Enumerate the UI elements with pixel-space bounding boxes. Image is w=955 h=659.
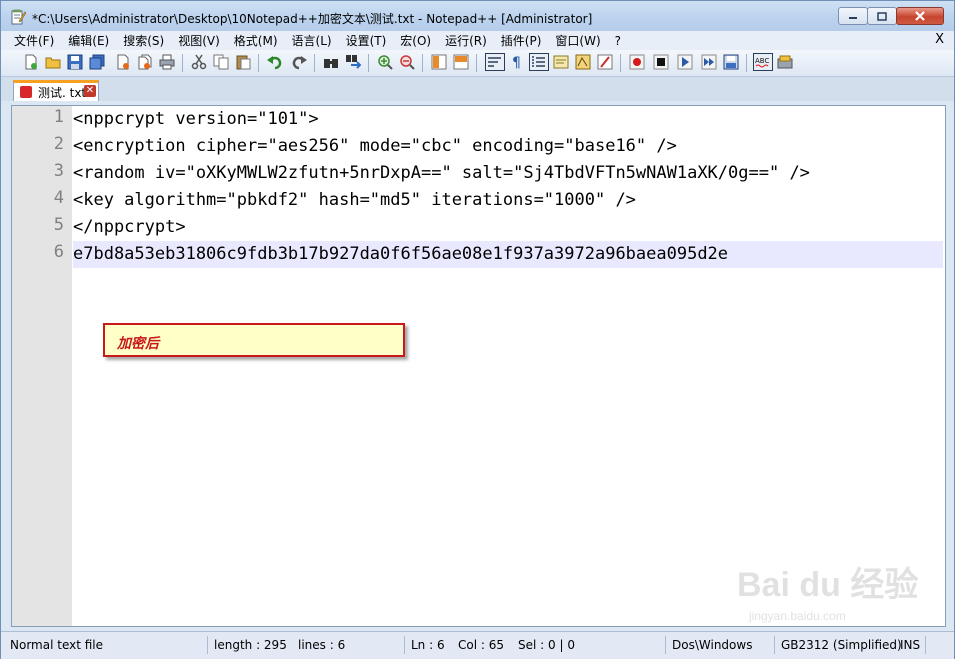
editor-area[interactable]: 1 2 3 4 5 6 <nppcrypt version="101"> <en… <box>11 105 946 627</box>
unsaved-file-icon <box>20 86 32 98</box>
window-title: *C:\Users\Administrator\Desktop\10Notepa… <box>32 12 593 26</box>
maximize-button[interactable] <box>867 7 897 25</box>
tab-label: 测试. txt <box>38 86 87 100</box>
new-file-icon[interactable] <box>23 54 39 70</box>
minimize-button[interactable] <box>838 7 868 25</box>
sync-h-icon[interactable] <box>453 54 469 70</box>
cut-icon[interactable] <box>191 54 207 70</box>
close-icon <box>915 11 925 21</box>
line-number-gutter: 1 2 3 4 5 6 <box>12 106 72 626</box>
zoom-out-icon[interactable] <box>399 54 415 70</box>
line-number: 1 <box>53 107 64 127</box>
menu-edit[interactable]: 编辑(E) <box>61 32 116 49</box>
notepad-app-icon[interactable] <box>10 9 26 25</box>
line-number: 4 <box>53 188 64 208</box>
tab-bar: 测试. txt ✕ <box>1 77 954 101</box>
spell-check-icon[interactable]: ABC <box>753 53 773 71</box>
menu-bar: 文件(F) 编辑(E) 搜索(S) 视图(V) 格式(M) 语言(L) 设置(T… <box>1 31 954 50</box>
record-macro-icon[interactable] <box>629 54 645 70</box>
print-icon[interactable] <box>159 54 175 70</box>
tab-test-txt[interactable]: 测试. txt ✕ <box>13 80 99 101</box>
code-line[interactable]: <encryption cipher="aes256" mode="cbc" e… <box>73 133 677 160</box>
status-line-number: Ln : 6 <box>411 638 445 652</box>
window-controls <box>838 7 944 25</box>
close-file-icon[interactable] <box>115 54 131 70</box>
status-insert-mode: INS <box>896 636 926 654</box>
menu-language[interactable]: 语言(L) <box>285 32 339 49</box>
find-icon[interactable] <box>323 54 339 70</box>
zoom-in-icon[interactable] <box>377 54 393 70</box>
status-encoding[interactable]: GB2312 (Simplified) <box>775 636 902 654</box>
menu-view[interactable]: 视图(V) <box>171 32 227 49</box>
tab-close-icon[interactable]: ✕ <box>84 85 96 97</box>
menu-plugins[interactable]: 插件(P) <box>494 32 549 49</box>
current-code-line[interactable]: e7bd8a53eb31806c9fdb3b17b927da0f6f56ae08… <box>73 241 943 268</box>
menu-file[interactable]: 文件(F) <box>7 32 61 49</box>
save-icon[interactable] <box>67 54 83 70</box>
status-file-type: Normal text file <box>4 636 208 654</box>
undo-icon[interactable] <box>267 54 283 70</box>
line-number: 5 <box>53 215 64 235</box>
menu-search[interactable]: 搜索(S) <box>116 32 171 49</box>
status-lines: lines : 6 <box>292 636 405 654</box>
line-number: 3 <box>53 161 64 181</box>
status-eol-format[interactable]: Dos\Windows <box>666 636 775 654</box>
save-macro-icon[interactable] <box>723 54 739 70</box>
menu-window[interactable]: 窗口(W) <box>548 32 607 49</box>
code-line[interactable]: <nppcrypt version="101"> <box>73 106 319 133</box>
title-bar[interactable]: *C:\Users\Administrator\Desktop\10Notepa… <box>1 1 954 31</box>
annotation-text: 加密后 <box>117 336 159 352</box>
status-column: Col : 65 <box>458 638 504 652</box>
show-all-chars-icon[interactable]: ¶ <box>509 54 525 70</box>
watermark-url: jingyan.baidu.com <box>749 609 846 623</box>
menu-help[interactable]: ? <box>608 34 628 48</box>
copy-icon[interactable] <box>213 54 229 70</box>
watermark-logo-text: Bai du 经验 <box>737 566 919 604</box>
redo-icon[interactable] <box>291 54 307 70</box>
close-button[interactable] <box>896 7 944 25</box>
code-line[interactable]: <random iv="oXKyMWLW2zfutn+5nrDxpA==" sa… <box>73 160 810 187</box>
open-file-icon[interactable] <box>45 54 61 70</box>
stop-record-icon[interactable] <box>653 54 669 70</box>
close-document-button[interactable]: X <box>935 32 944 47</box>
code-line[interactable]: </nppcrypt> <box>73 214 186 241</box>
status-selection: Sel : 0 | 0 <box>512 636 666 654</box>
menu-settings[interactable]: 设置(T) <box>339 32 394 49</box>
status-bar: Normal text file length : 295 lines : 6 … <box>1 631 954 659</box>
save-all-icon[interactable] <box>89 54 105 70</box>
word-wrap-icon[interactable] <box>485 53 505 71</box>
sync-v-icon[interactable] <box>431 54 447 70</box>
notepad-window: *C:\Users\Administrator\Desktop\10Notepa… <box>0 0 955 659</box>
maximize-icon <box>877 11 887 21</box>
svg-text:ABC: ABC <box>755 57 769 65</box>
status-length: length : 295 <box>214 638 287 652</box>
annotation-callout: 加密后 <box>103 323 405 357</box>
minimize-icon <box>849 17 857 19</box>
close-all-icon[interactable] <box>137 54 153 70</box>
paste-icon[interactable] <box>235 54 251 70</box>
run-macro-multiple-icon[interactable] <box>701 54 717 70</box>
toolbar: ¶ ABC <box>1 50 954 77</box>
menu-format[interactable]: 格式(M) <box>227 32 285 49</box>
menu-run[interactable]: 运行(R) <box>438 32 494 49</box>
indent-guide-icon[interactable] <box>529 53 549 71</box>
code-line[interactable]: <key algorithm="pbkdf2" hash="md5" itera… <box>73 187 636 214</box>
baidu-jingyan-watermark: Bai du 经验 jingyan.baidu.com <box>737 557 937 627</box>
doc-map-icon[interactable] <box>575 54 591 70</box>
folder-workspace-icon[interactable] <box>597 54 613 70</box>
replace-icon[interactable] <box>345 54 361 70</box>
svg-text:¶: ¶ <box>512 55 521 70</box>
function-list-icon[interactable] <box>553 54 569 70</box>
spell-setting-icon[interactable] <box>777 54 793 70</box>
line-number: 2 <box>53 134 64 154</box>
play-macro-icon[interactable] <box>677 54 693 70</box>
menu-macro[interactable]: 宏(O) <box>393 32 438 49</box>
line-number: 6 <box>53 242 64 262</box>
